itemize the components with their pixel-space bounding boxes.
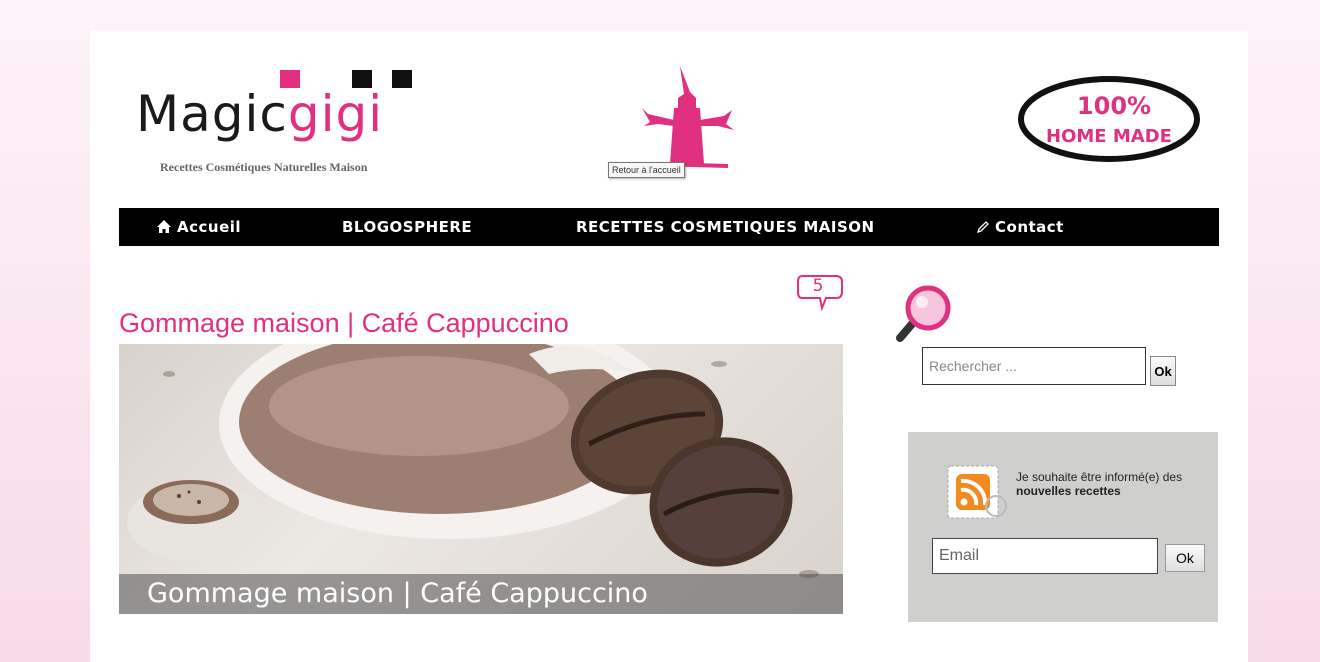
nav-label: RECETTES COSMETIQUES MAISON [576, 218, 875, 236]
page-container: Magicgigi Recettes Cosmétiques Naturelle… [90, 30, 1248, 662]
nav-item-accueil[interactable]: Accueil [157, 208, 241, 246]
rss-stamp-icon [947, 465, 1007, 519]
logo-square-black [392, 70, 412, 88]
pencil-icon [977, 221, 989, 233]
search-input[interactable] [922, 347, 1146, 385]
logo-tagline: Recettes Cosmétiques Naturelles Maison [160, 160, 368, 174]
nav-label: BLOGOSPHERE [342, 218, 473, 236]
nav-label: Accueil [177, 218, 242, 236]
witch-mascot-icon[interactable] [638, 64, 738, 174]
post-featured-image[interactable]: Gommage maison | Café Cappuccino [119, 344, 843, 614]
home-made-badge: 100% HOME MADE [1018, 76, 1200, 162]
nav-item-contact[interactable]: Contact [977, 208, 1064, 246]
comment-count-bubble[interactable]: 5 [796, 274, 844, 312]
home-tooltip: Retour à l'accueil [608, 162, 685, 178]
magnifier-icon [896, 285, 951, 342]
search-submit-button[interactable]: Ok [1150, 356, 1176, 386]
newsletter-widget: Je souhaite être informé(e) des nouvelle… [908, 432, 1218, 622]
post-title[interactable]: Gommage maison | Café Cappuccino [119, 308, 569, 339]
main-nav: Accueil BLOGOSPHERE RECETTES COSMETIQUES… [119, 208, 1219, 246]
logo-gigi: gigi [287, 85, 384, 143]
badge-line2: HOME MADE [1046, 126, 1172, 147]
newsletter-text-plain: Je souhaite être informé(e) des [1016, 470, 1183, 484]
badge-line1: 100% [1077, 92, 1151, 120]
newsletter-text: Je souhaite être informé(e) des nouvelle… [1016, 470, 1206, 498]
nav-item-blogosphere[interactable]: BLOGOSPHERE [342, 208, 472, 246]
logo-magic: Magic [136, 85, 288, 143]
email-field[interactable] [932, 538, 1158, 574]
nav-label: Contact [995, 218, 1064, 236]
subscribe-button[interactable]: Ok [1165, 544, 1205, 572]
comment-count: 5 [812, 276, 824, 296]
image-caption-text: Gommage maison | Café Cappuccino [147, 578, 648, 609]
site-logo[interactable]: Magicgigi Recettes Cosmétiques Naturelle… [136, 70, 436, 180]
logo-wordmark: Magicgigi [136, 84, 383, 144]
nav-item-recettes[interactable]: RECETTES COSMETIQUES MAISON [576, 208, 875, 246]
image-caption-bar: Gommage maison | Café Cappuccino [119, 574, 843, 614]
newsletter-text-bold: nouvelles recettes [1016, 484, 1121, 498]
home-icon [157, 220, 171, 233]
